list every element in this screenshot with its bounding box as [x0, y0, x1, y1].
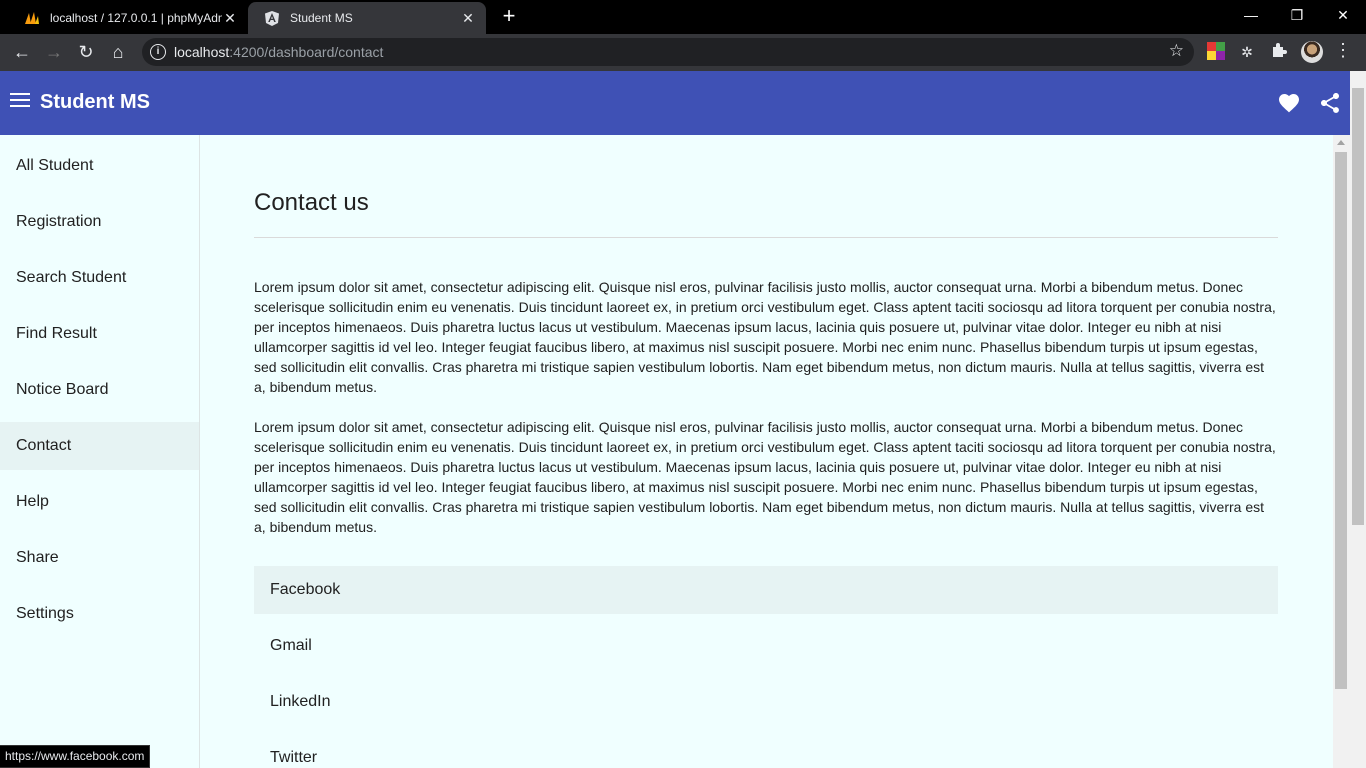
scroll-up-arrow-icon[interactable]: [1337, 140, 1345, 145]
content-scrollbar[interactable]: [1333, 135, 1350, 768]
contact-link-linkedin[interactable]: LinkedIn: [254, 678, 1278, 726]
share-icon[interactable]: [1318, 91, 1342, 115]
minimize-icon[interactable]: —: [1228, 0, 1274, 30]
app-toolbar: Student MS: [0, 71, 1350, 135]
scrollbar-thumb[interactable]: [1335, 152, 1347, 689]
sidebar-item-contact[interactable]: Contact: [0, 422, 199, 470]
link-status-bar: https://www.facebook.com: [0, 745, 151, 768]
reload-icon[interactable]: ↻: [74, 40, 98, 64]
extensions-puzzle-icon[interactable]: [1269, 42, 1289, 62]
page-title: Contact us: [254, 189, 369, 216]
sidebar-item-settings[interactable]: Settings: [0, 590, 199, 638]
extension-bug-icon[interactable]: ✲: [1237, 42, 1257, 62]
main-content: Contact us Lorem ipsum dolor sit amet, c…: [200, 135, 1333, 768]
browser-tab-strip: localhost / 127.0.0.1 | phpMyAdmin ✕ Stu…: [0, 0, 1366, 34]
sidebar-item-registration[interactable]: Registration: [0, 198, 199, 246]
body-paragraph: Lorem ipsum dolor sit amet, consectetur …: [254, 279, 1276, 395]
home-icon[interactable]: ⌂: [106, 40, 130, 64]
sidenav: All Student Registration Search Student …: [0, 135, 200, 768]
title-divider: [254, 237, 1278, 238]
bookmark-star-icon[interactable]: ☆: [1169, 41, 1184, 61]
hamburger-menu-icon[interactable]: [10, 93, 30, 109]
sidebar-item-all-student[interactable]: All Student: [0, 142, 199, 190]
site-info-icon[interactable]: i: [150, 44, 166, 60]
sidebar-item-help[interactable]: Help: [0, 478, 199, 526]
sidebar-item-search-student[interactable]: Search Student: [0, 254, 199, 302]
browser-menu-icon[interactable]: ⋮: [1334, 40, 1352, 61]
tab-title: Student MS: [290, 11, 353, 25]
body-paragraph: Lorem ipsum dolor sit amet, consectetur …: [254, 419, 1276, 535]
sidebar-item-find-result[interactable]: Find Result: [0, 310, 199, 358]
sidebar-item-share[interactable]: Share: [0, 534, 199, 582]
close-tab-icon[interactable]: ✕: [222, 10, 238, 26]
new-tab-icon[interactable]: +: [498, 5, 520, 28]
profile-avatar[interactable]: [1301, 41, 1323, 63]
extension-color-icon[interactable]: [1206, 42, 1226, 62]
restore-icon[interactable]: ❐: [1274, 0, 1320, 30]
tab-title: localhost / 127.0.0.1 | phpMyAdmin: [50, 11, 222, 25]
app-root: Student MS All Student Registration Sear…: [0, 71, 1366, 768]
forward-icon[interactable]: →: [42, 40, 66, 64]
browser-toolbar: ← → ↻ ⌂ i localhost:4200/dashboard/conta…: [0, 34, 1366, 71]
app-brand: Student MS: [40, 91, 150, 113]
favorite-heart-icon[interactable]: [1277, 91, 1301, 115]
phpmyadmin-icon: [24, 10, 40, 26]
contact-link-twitter[interactable]: Twitter: [254, 734, 1278, 768]
page-scrollbar[interactable]: [1350, 71, 1366, 768]
contact-link-gmail[interactable]: Gmail: [254, 622, 1278, 670]
url-text: localhost:4200/dashboard/contact: [174, 44, 384, 60]
close-tab-icon[interactable]: ✕: [460, 10, 476, 26]
sidebar-item-notice-board[interactable]: Notice Board: [0, 366, 199, 414]
contact-link-facebook[interactable]: Facebook: [254, 566, 1278, 614]
contact-links-list: Facebook Gmail LinkedIn Twitter: [254, 566, 1278, 768]
browser-tab-student-ms[interactable]: Student MS ✕: [248, 2, 486, 34]
angular-icon: [264, 10, 280, 26]
scrollbar-thumb[interactable]: [1352, 88, 1364, 525]
back-icon[interactable]: ←: [10, 40, 34, 64]
close-window-icon[interactable]: ✕: [1320, 0, 1366, 30]
browser-tab-phpmyadmin[interactable]: localhost / 127.0.0.1 | phpMyAdmin ✕: [8, 2, 248, 34]
address-bar[interactable]: i localhost:4200/dashboard/contact ☆: [142, 38, 1194, 66]
